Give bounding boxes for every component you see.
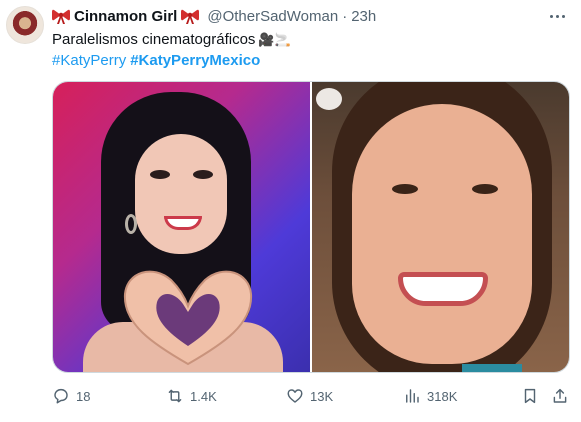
retweet-button[interactable]: 1.4K [166, 386, 217, 406]
views-button[interactable]: 318K [403, 386, 457, 406]
like-button[interactable]: 13K [286, 386, 333, 406]
reply-button[interactable]: 18 [52, 386, 90, 406]
retweet-icon [168, 389, 182, 403]
more-icon[interactable] [547, 8, 567, 24]
media-grid [52, 81, 570, 373]
tweet-card[interactable]: Cinnamon Girl @OtherSadWoman · 23h Paral… [0, 0, 581, 422]
tweet-text-emoji: 🎥🚬 [258, 32, 291, 47]
bookmark-button[interactable] [521, 386, 539, 406]
ribbon-bow-icon [52, 9, 70, 24]
bookmark-icon [524, 388, 536, 404]
share-icon [553, 388, 567, 403]
hashtag-row: #KatyPerry #KatyPerryMexico [52, 51, 260, 71]
ribbon-bow-icon [181, 9, 200, 24]
heart-icon [287, 389, 303, 403]
user-handle[interactable]: @OtherSadWoman [207, 8, 338, 25]
avatar[interactable] [6, 6, 44, 44]
media-image-left[interactable] [53, 82, 310, 372]
views-icon [406, 389, 419, 403]
tweet-header: Cinnamon Girl @OtherSadWoman · 23h [52, 6, 376, 26]
media-image-right[interactable] [312, 82, 569, 372]
tweet-text-body: Paralelismos cinematográficos [52, 31, 256, 48]
views-count: 318K [427, 388, 458, 404]
like-count: 13K [310, 388, 334, 404]
hashtag-link[interactable]: #KatyPerry [52, 52, 126, 69]
action-bar: 18 1.4K 13K 318K [52, 386, 570, 406]
reply-icon [54, 388, 68, 404]
tweet-text: Paralelismos cinematográficos 🎥🚬 [52, 30, 291, 50]
timestamp[interactable]: 23h [351, 8, 376, 25]
retweet-count: 1.4K [190, 388, 217, 404]
share-button[interactable] [551, 386, 569, 406]
reply-count: 18 [76, 388, 91, 404]
display-name[interactable]: Cinnamon Girl [74, 8, 177, 25]
hashtag-link[interactable]: #KatyPerryMexico [130, 52, 260, 69]
header-separator: · [342, 7, 348, 25]
